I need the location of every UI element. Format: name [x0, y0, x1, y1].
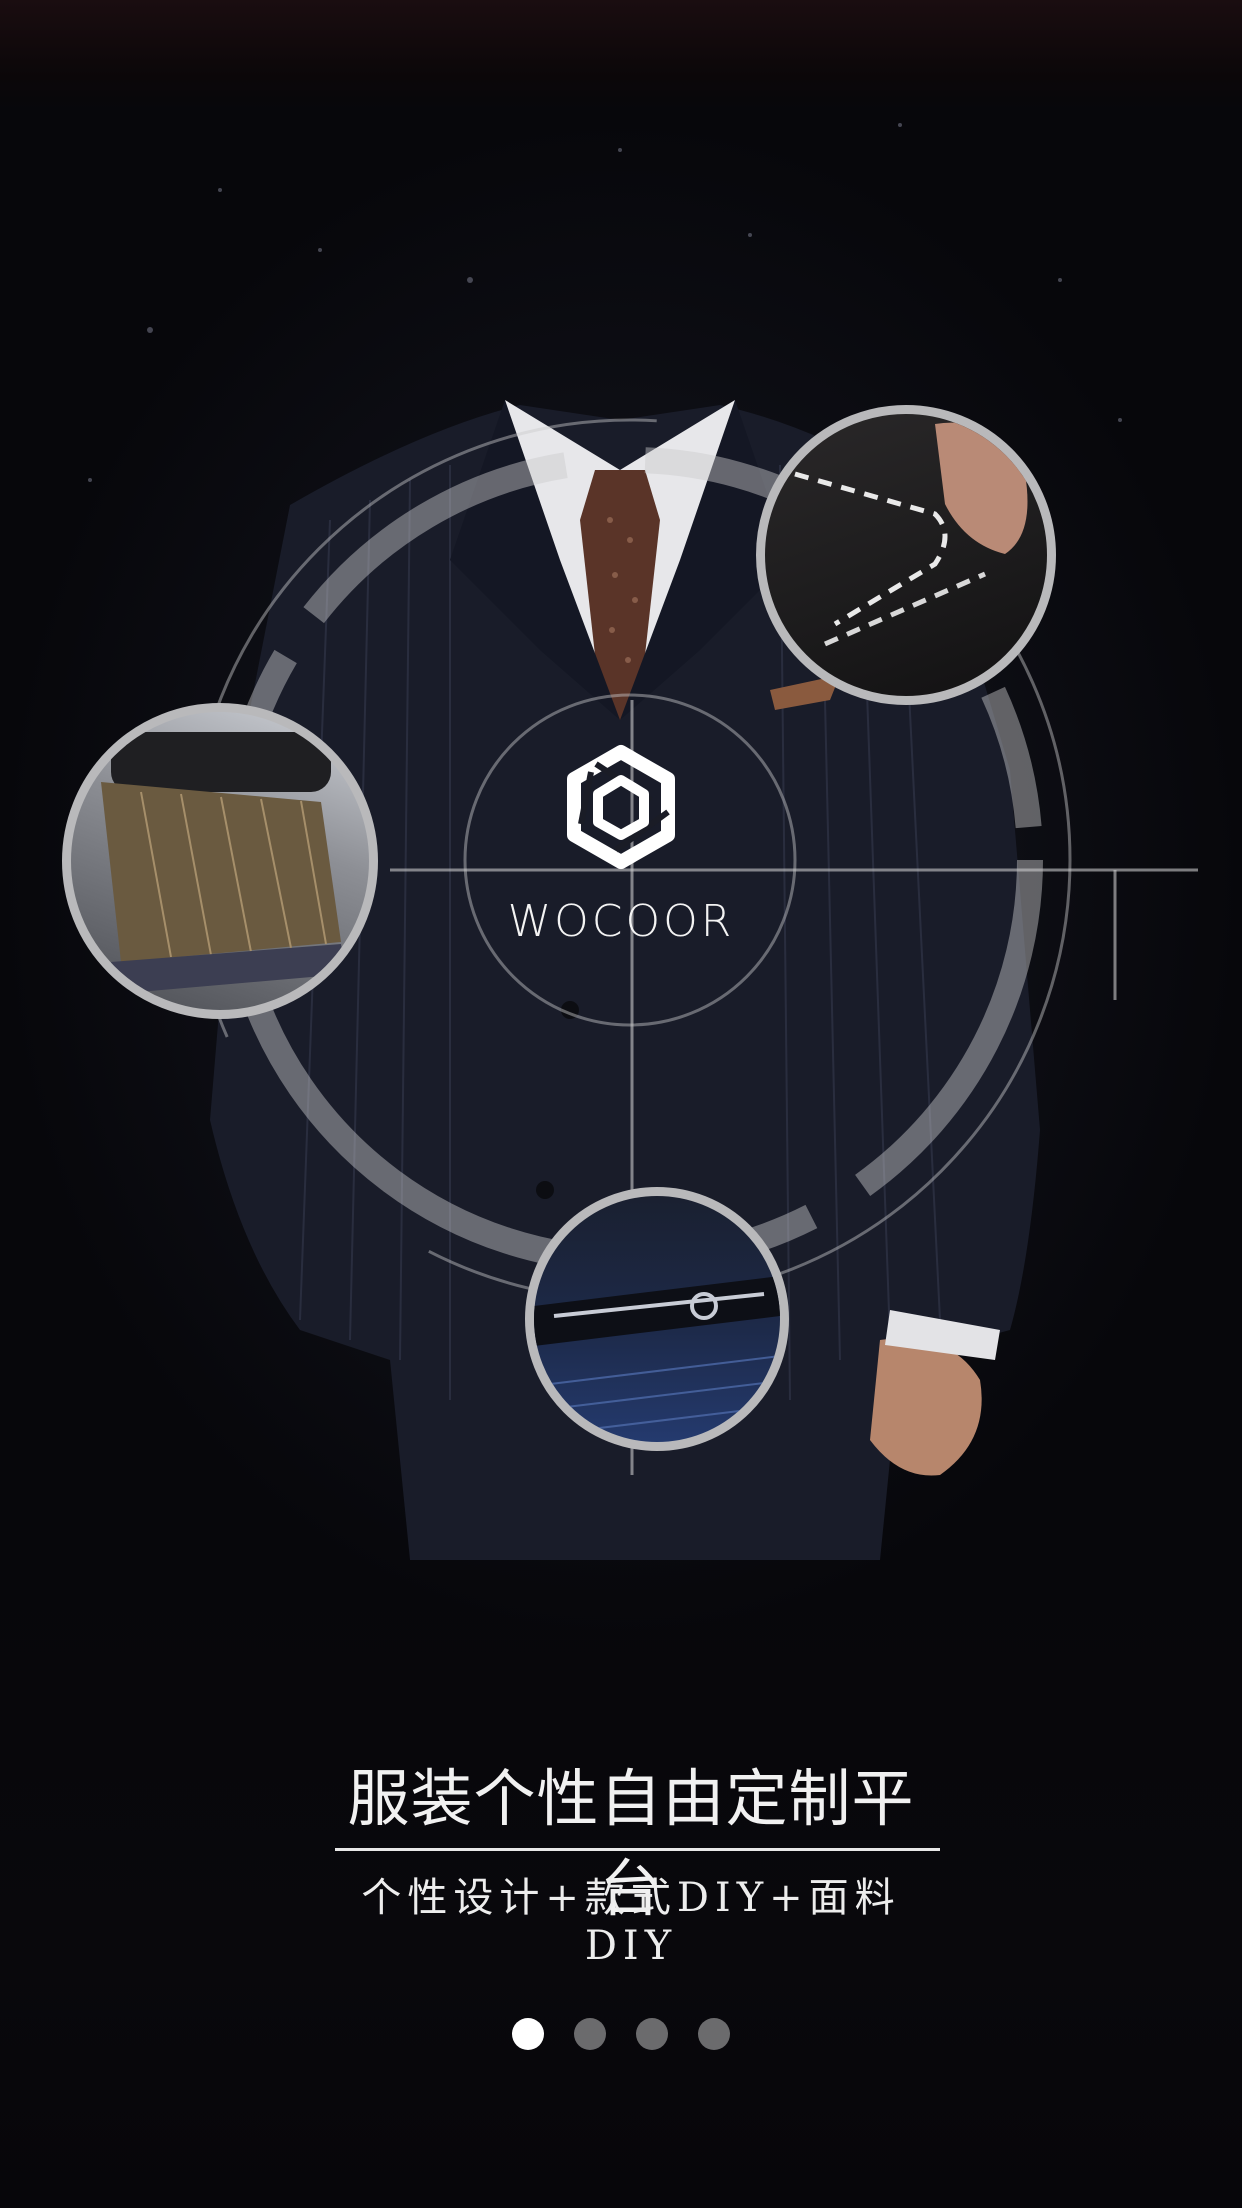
page-dot-2[interactable]: [574, 2018, 606, 2050]
brand-logo: WOCOOR: [460, 728, 782, 968]
brand-name: WOCOOR: [507, 896, 735, 947]
headline-divider: [335, 1848, 940, 1851]
fabric-swatches-photo: [62, 703, 378, 1019]
tailor-scissors-photo: [525, 1187, 789, 1451]
subheadline: 个性设计+款式DIY+面料DIY: [361, 1875, 901, 1969]
hexagon-knot-logo-icon: [567, 745, 675, 869]
page-dot-3[interactable]: [636, 2018, 668, 2050]
page-dot-4[interactable]: [698, 2018, 730, 2050]
page-dot-1[interactable]: [512, 2018, 544, 2050]
hand-stitching-photo: [756, 405, 1056, 705]
onboarding-screen: WOCOOR 服装个性自由定制平台 个性设计+款式DIY+面料DIY: [0, 0, 1242, 2208]
page-indicator: [0, 2018, 1242, 2052]
